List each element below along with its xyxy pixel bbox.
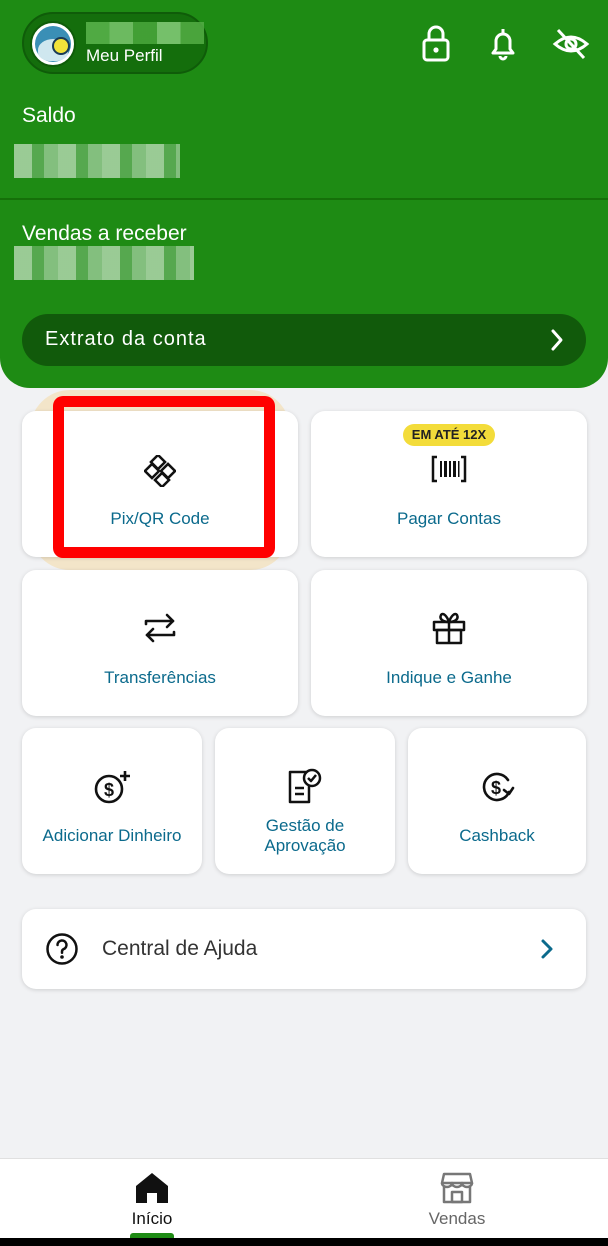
header-divider: [0, 198, 608, 200]
transfer-arrows-icon: [144, 613, 176, 643]
pay-bills-label: Pagar Contas: [397, 509, 501, 528]
pay-bills-button[interactable]: EM ATÉ 12X Pagar Contas: [311, 411, 587, 557]
store-icon: [440, 1172, 474, 1204]
home-icon: [136, 1173, 168, 1203]
add-money-button[interactable]: $ Adicionar Dinheiro: [22, 728, 202, 874]
profile-subtitle: Meu Perfil: [86, 46, 163, 65]
bottom-navigation: Início Vendas: [0, 1158, 608, 1239]
approval-management-button[interactable]: Gestão de Aprovação: [215, 728, 395, 874]
refer-and-earn-button[interactable]: Indique e Ganhe: [311, 570, 587, 716]
add-money-label: Adicionar Dinheiro: [42, 826, 182, 845]
lock-icon[interactable]: [419, 24, 453, 64]
account-header: Meu Perfil Saldo Vendas a receber Extrat…: [0, 0, 608, 388]
statement-label: Extrato da conta: [45, 328, 207, 350]
help-center-label: Central de Ajuda: [102, 937, 258, 960]
gift-icon: [432, 612, 466, 645]
avatar: [30, 21, 76, 67]
system-navigation-bar: [0, 1238, 608, 1246]
bell-icon[interactable]: [486, 24, 520, 64]
hide-balance-eye-icon[interactable]: [552, 24, 590, 64]
nav-label-sales: Vendas: [428, 1209, 486, 1228]
cashback-button[interactable]: $ Cashback: [408, 728, 586, 874]
svg-text:$: $: [491, 778, 501, 798]
transfers-label: Transferências: [104, 668, 216, 687]
profile-name-redacted: [86, 22, 204, 44]
transfers-button[interactable]: Transferências: [22, 570, 298, 716]
approval-label-line2: Aprovação: [264, 836, 346, 855]
approval-document-icon: [288, 768, 322, 804]
balance-label: Saldo: [22, 104, 76, 127]
cashback-icon: $: [482, 772, 515, 802]
approval-label-line1: Gestão de: [265, 816, 345, 835]
account-statement-button[interactable]: Extrato da conta: [22, 314, 586, 366]
chevron-right-icon: [541, 939, 553, 959]
nav-item-home[interactable]: Início: [92, 1159, 212, 1239]
balance-value-redacted: [14, 144, 180, 178]
nav-label-home: Início: [131, 1209, 173, 1228]
refer-and-earn-label: Indique e Ganhe: [386, 668, 512, 687]
add-money-icon: $: [94, 771, 130, 804]
receivables-label: Vendas a receber: [22, 222, 187, 245]
receivables-value-redacted: [14, 246, 194, 280]
help-center-button[interactable]: Central de Ajuda: [22, 909, 586, 989]
svg-text:$: $: [104, 780, 114, 800]
cashback-label: Cashback: [459, 826, 535, 845]
chevron-right-icon: [551, 329, 563, 351]
profile-button[interactable]: Meu Perfil: [22, 12, 208, 74]
nav-item-sales[interactable]: Vendas: [397, 1159, 517, 1239]
barcode-icon: [431, 455, 467, 483]
installments-badge: EM ATÉ 12X: [403, 424, 495, 446]
highlight-annotation-box: [53, 396, 275, 558]
help-icon: [46, 933, 78, 965]
